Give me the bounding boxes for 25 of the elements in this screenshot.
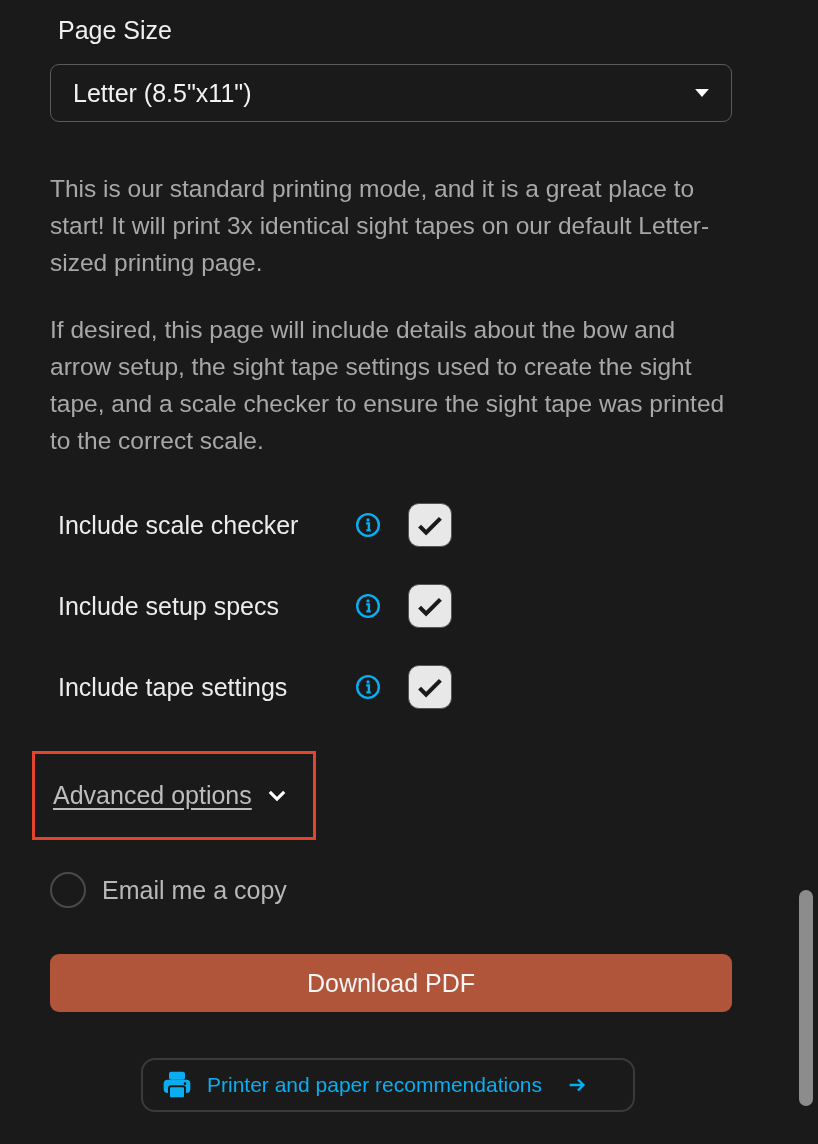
field-label: Page Size bbox=[58, 15, 173, 46]
scrollbar[interactable] bbox=[799, 890, 813, 1106]
checkbox[interactable] bbox=[408, 584, 452, 628]
check-icon bbox=[417, 514, 443, 536]
download-button[interactable]: Download PDF bbox=[50, 954, 732, 1012]
option-label: Include scale checker bbox=[58, 510, 300, 540]
recommendations-link[interactable]: Printer and paper recommendations bbox=[141, 1058, 635, 1112]
info-icon bbox=[355, 512, 381, 538]
check-icon bbox=[417, 676, 443, 698]
info-icon bbox=[355, 674, 381, 700]
printer-icon bbox=[161, 1069, 193, 1101]
description-text: If desired, this page will include details about the bow and arrow setup, the sight tape settings used to create the sight tape, and a scale checker to ensure the sight tape was printed to the correct scale. bbox=[50, 315, 725, 456]
check-icon bbox=[417, 595, 443, 617]
checkbox-label: Email me a copy bbox=[102, 875, 287, 905]
checkbox[interactable] bbox=[408, 665, 452, 709]
page-size-select[interactable]: Letter (8.5"x11") bbox=[50, 64, 732, 122]
description-text: This is our standard printing mode, and it is a great place to start! It will print 3x identical sight tapes on our default Letter-sized printing page. bbox=[50, 174, 711, 278]
chevron-icon bbox=[267, 790, 286, 801]
option-label: Include setup specs bbox=[58, 591, 280, 621]
checkbox[interactable] bbox=[50, 872, 86, 908]
checkbox[interactable] bbox=[408, 503, 452, 547]
advanced-options-toggle[interactable]: Advanced options bbox=[53, 781, 286, 810]
info-icon bbox=[355, 593, 381, 619]
caret-icon bbox=[695, 89, 709, 97]
option-label: Include tape settings bbox=[58, 672, 289, 702]
